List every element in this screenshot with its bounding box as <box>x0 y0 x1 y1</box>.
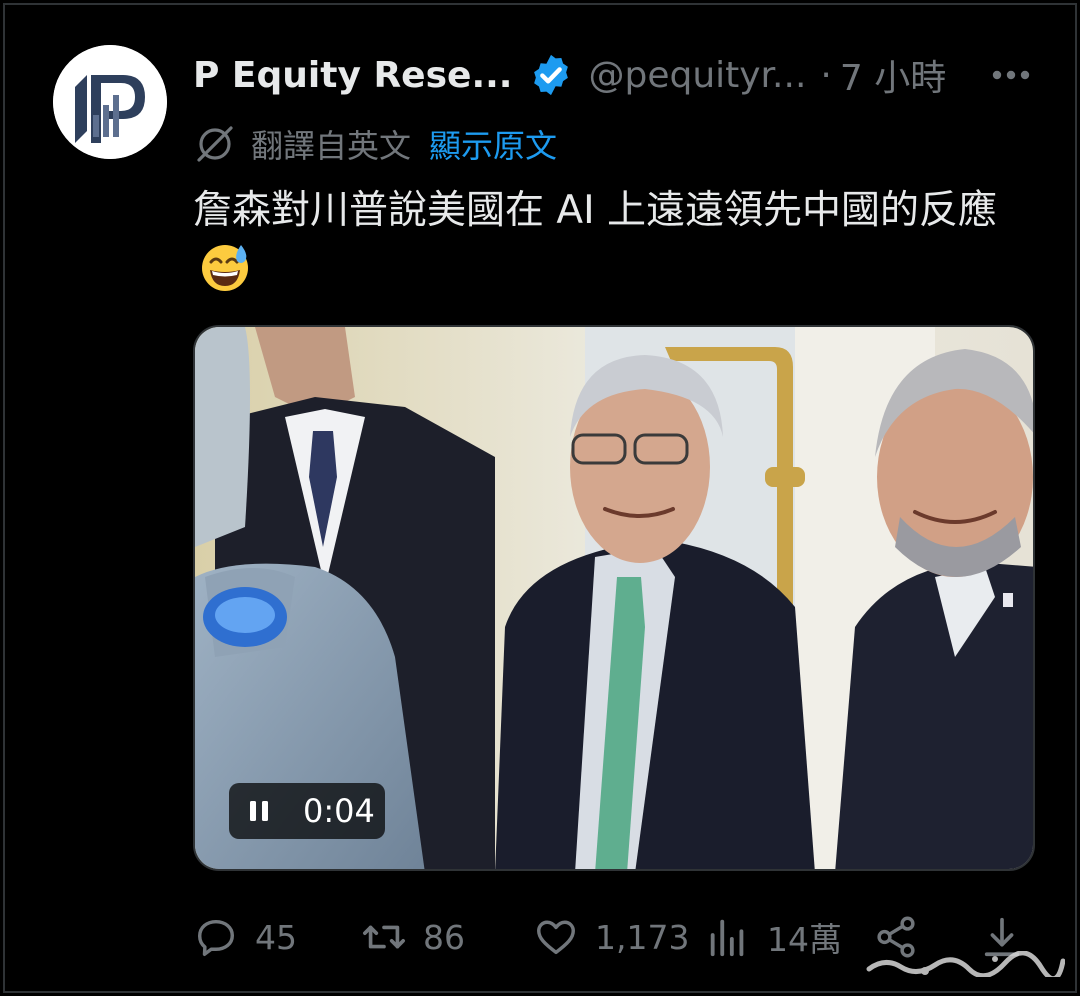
translate-globe-icon <box>197 126 233 162</box>
tweet-timestamp[interactable]: 7 小時 <box>840 49 946 101</box>
reply-count: 45 <box>255 917 297 957</box>
repost-button[interactable]: 86 <box>361 907 465 967</box>
more-options-icon[interactable] <box>991 57 1031 93</box>
author-handle[interactable]: @pequityr... <box>588 55 806 96</box>
video-player[interactable]: 0:04 <box>193 325 1035 871</box>
verified-badge-icon <box>534 54 569 96</box>
tweet-body: 詹森對川普說美國在 AI 上遠遠領先中國的反應 <box>193 181 1023 301</box>
heart-icon <box>537 920 575 955</box>
like-button[interactable]: 1,173 <box>533 907 689 967</box>
translation-row: 翻譯自英文 顯示原文 <box>193 121 557 167</box>
repost-icon <box>363 925 405 949</box>
pause-icon[interactable] <box>249 800 269 822</box>
reply-icon <box>197 919 235 956</box>
views-count: 14萬 <box>767 920 842 959</box>
views-chart-icon <box>710 919 744 957</box>
grinning-sweat-emoji-icon <box>202 245 248 291</box>
pequity-logo-icon <box>53 45 167 159</box>
views-button[interactable]: 14萬 <box>705 907 842 967</box>
avatar[interactable] <box>53 45 167 159</box>
translation-label: 翻譯自英文 <box>251 127 412 165</box>
watermark-logo <box>866 951 1065 977</box>
like-count: 1,173 <box>595 917 690 957</box>
author-display-name[interactable]: P Equity Rese... <box>193 55 512 96</box>
reply-button[interactable]: 45 <box>193 907 297 967</box>
repost-count: 86 <box>423 917 465 957</box>
video-controls[interactable]: 0:04 <box>229 783 385 839</box>
header-separator: · <box>820 54 832 96</box>
show-original-link[interactable]: 顯示原文 <box>429 121 557 167</box>
tweet-text: 詹森對川普說美國在 AI 上遠遠領先中國的反應 <box>193 188 997 233</box>
tweet-card: P Equity Rese... @pequityr... · 7 小時 翻譯自… <box>3 3 1077 993</box>
tweet-header: P Equity Rese... @pequityr... · 7 小時 <box>193 47 1053 103</box>
video-timestamp: 0:04 <box>303 792 375 830</box>
